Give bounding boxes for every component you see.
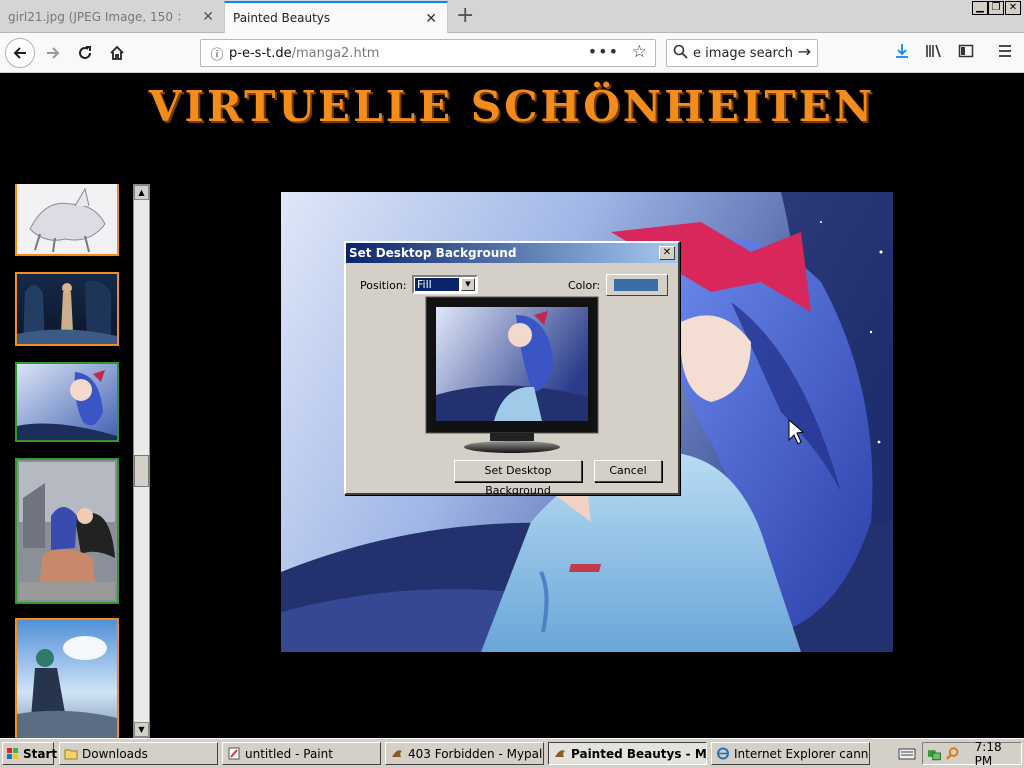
- set-desktop-background-dialog: Set Desktop Background ✕ Position: Fill …: [344, 241, 680, 497]
- restore-window-button[interactable]: ❐: [988, 1, 1004, 15]
- mypal-browser-icon: [392, 750, 402, 757]
- color-swatch: [614, 279, 658, 291]
- tab-close-icon[interactable]: ✕: [425, 11, 437, 27]
- tab-label: Painted Beautys: [233, 11, 331, 25]
- winged-girls-thumbnail[interactable]: [15, 458, 119, 604]
- taskbar-item-downloads[interactable]: Downloads: [59, 742, 218, 765]
- url-host: p-e-s-t.de: [229, 45, 292, 61]
- dialog-title: Set Desktop Background: [346, 243, 678, 263]
- dialog-close-button[interactable]: ✕: [659, 246, 675, 260]
- search-tray-icon[interactable]: [945, 746, 960, 761]
- sidebar-toggle-icon[interactable]: [958, 43, 974, 63]
- start-label: Start: [23, 746, 58, 761]
- cancel-button[interactable]: Cancel: [594, 460, 662, 482]
- color-label: Color:: [568, 279, 601, 292]
- system-tray: 7:18 PM: [922, 739, 1022, 768]
- position-label: Position:: [360, 279, 407, 292]
- url-bar[interactable]: ⓘ p-e-s-t.de/manga2.htm ••• ☆: [200, 39, 656, 67]
- keyboard-icon[interactable]: [898, 747, 916, 761]
- search-go-arrow-icon[interactable]: →: [798, 42, 811, 61]
- position-selected-value: Fill: [415, 278, 459, 291]
- windows-taskbar: Start Downloads untitled - Paint 403 For…: [0, 738, 1024, 768]
- site-info-icon[interactable]: ⓘ: [205, 44, 229, 63]
- close-window-button[interactable]: ✕: [1005, 1, 1021, 15]
- task-label: untitled - Paint: [245, 746, 333, 761]
- set-desktop-background-button[interactable]: Set Desktop Background: [454, 460, 582, 497]
- monitor-preview: [424, 295, 600, 455]
- start-button[interactable]: Start: [2, 742, 58, 765]
- page-actions-icon[interactable]: •••: [588, 42, 619, 61]
- search-icon: [667, 44, 693, 63]
- dropdown-arrow-icon[interactable]: ▼: [461, 278, 475, 291]
- network-icon[interactable]: [927, 747, 942, 761]
- reload-button[interactable]: [70, 38, 100, 68]
- reload-icon: [79, 46, 91, 59]
- task-label: 403 Forbidden - Mypal: [408, 746, 543, 761]
- white-wolf-thumbnail[interactable]: [15, 184, 119, 256]
- scrollbar-thumb[interactable]: [134, 455, 149, 487]
- color-picker-button[interactable]: [606, 274, 668, 296]
- tab-close-icon[interactable]: ✕: [202, 9, 214, 25]
- paint-icon: [228, 747, 240, 760]
- home-icon: [110, 45, 124, 60]
- tab-painted-beautys[interactable]: Painted Beautys ✕: [224, 1, 448, 33]
- library-icon[interactable]: [925, 43, 943, 63]
- thumbnail-scrollbar[interactable]: ▲ ▼: [133, 184, 150, 738]
- dark-forest-thumbnail[interactable]: [15, 272, 119, 346]
- menu-hamburger-icon[interactable]: [997, 43, 1013, 63]
- thumbnail-list: [14, 184, 120, 738]
- task-label: Internet Explorer cannot...: [734, 746, 869, 761]
- forward-arrow-icon: [47, 47, 60, 59]
- taskbar-item-403-forbidden[interactable]: 403 Forbidden - Mypal: [385, 742, 544, 765]
- mypal-browser-icon: [555, 750, 565, 757]
- seaside-girl-thumbnail[interactable]: [15, 618, 119, 738]
- blue-hair-girl-thumbnail[interactable]: [15, 362, 119, 442]
- taskbar-item-painted-beautys[interactable]: Painted Beautys - My...: [548, 742, 707, 765]
- taskbar-item-internet-explorer[interactable]: Internet Explorer cannot...: [711, 742, 870, 765]
- new-tab-plus-icon[interactable]: +: [456, 4, 474, 28]
- back-button[interactable]: [5, 38, 35, 68]
- navigation-bar: ⓘ p-e-s-t.de/manga2.htm ••• ☆ ie image s…: [0, 33, 1024, 73]
- search-input[interactable]: ie image search: [693, 46, 793, 61]
- tab-girl21-image[interactable]: girl21.jpg (JPEG Image, 150 × 150 pix ✕: [0, 1, 224, 33]
- search-bar[interactable]: ie image search →: [666, 39, 818, 67]
- position-select[interactable]: Fill ▼: [412, 275, 478, 294]
- windows-logo-icon: [7, 748, 18, 759]
- forward-button[interactable]: [38, 38, 68, 68]
- task-label: Downloads: [82, 746, 148, 761]
- internet-explorer-icon: [717, 747, 729, 760]
- clock: 7:18 PM: [974, 739, 1002, 768]
- taskbar-item-paint[interactable]: untitled - Paint: [222, 742, 381, 765]
- home-button[interactable]: [102, 38, 132, 68]
- downloads-icon[interactable]: [894, 43, 910, 63]
- scroll-up-arrow-icon[interactable]: ▲: [134, 185, 149, 200]
- url-path: /manga2.htm: [291, 45, 380, 61]
- minimize-window-button[interactable]: ▁: [972, 1, 988, 15]
- back-arrow-icon: [13, 47, 26, 59]
- scroll-down-arrow-icon[interactable]: ▼: [134, 722, 149, 737]
- tab-label: girl21.jpg (JPEG Image, 150 × 150 pix: [8, 10, 180, 24]
- tab-bar: girl21.jpg (JPEG Image, 150 × 150 pix ✕ …: [0, 0, 1024, 33]
- task-label: Painted Beautys - My...: [571, 746, 707, 761]
- bookmark-star-icon[interactable]: ☆: [632, 42, 647, 62]
- site-title: VIRTUELLE SCHÖNHEITEN: [148, 82, 876, 131]
- folder-icon: [64, 749, 78, 760]
